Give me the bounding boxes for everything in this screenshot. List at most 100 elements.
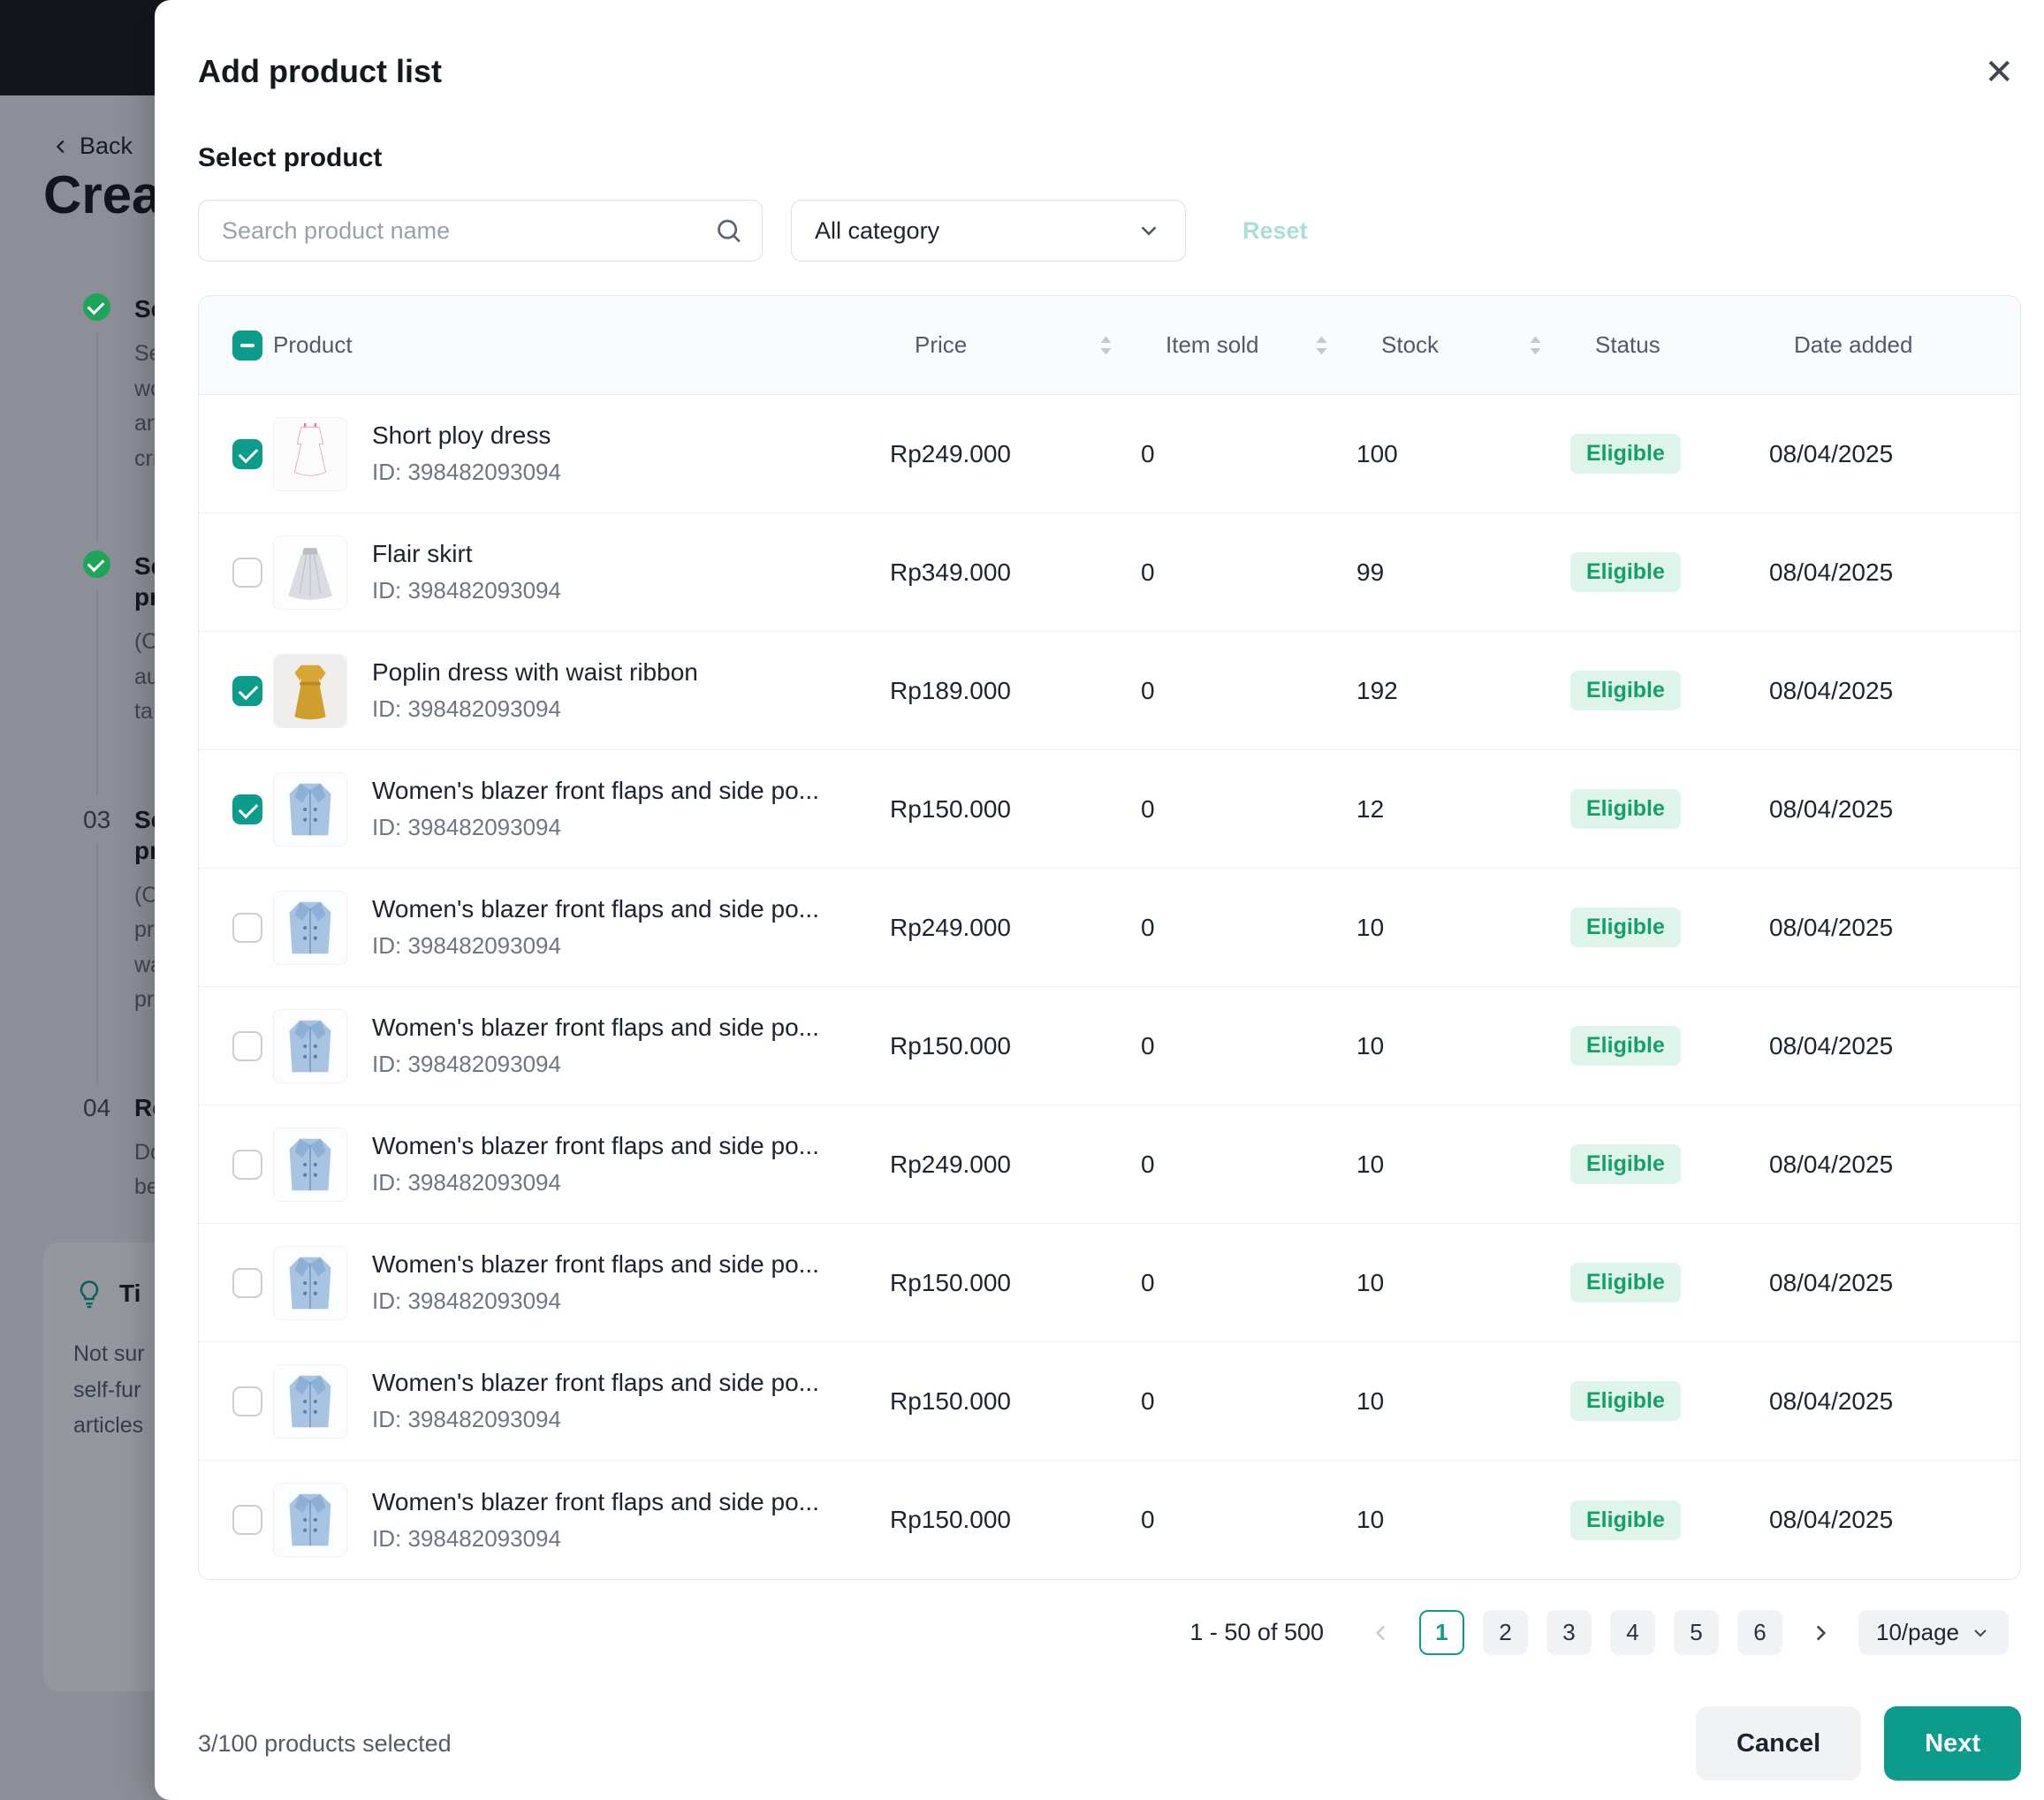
product-thumbnail <box>273 535 347 610</box>
section-title: Select product <box>198 143 2021 173</box>
selected-count-label: 3/100 products selected <box>198 1730 452 1758</box>
page-button-4[interactable]: 4 <box>1610 1610 1655 1655</box>
product-id: ID: 398482093094 <box>372 577 863 604</box>
stock-cell: 99 <box>1356 558 1570 587</box>
column-date-added: Date added <box>1794 331 2021 359</box>
column-status: Status <box>1595 331 1794 359</box>
price-cell: Rp150.000 <box>890 1506 1141 1534</box>
product-id: ID: 398482093094 <box>372 1287 863 1315</box>
category-select[interactable]: All category <box>791 200 1186 262</box>
status-badge: Eligible <box>1570 1026 1681 1066</box>
item-sold-cell: 0 <box>1141 1032 1356 1060</box>
date-cell: 08/04/2025 <box>1769 1032 1997 1060</box>
step-complete-icon <box>83 551 110 578</box>
pagination-range: 1 - 50 of 500 <box>1189 1619 1324 1646</box>
search-input[interactable] <box>198 200 763 262</box>
product-name: Poplin dress with waist ribbon <box>372 658 863 687</box>
modal-footer: 3/100 products selected Cancel Next <box>198 1706 2021 1781</box>
item-sold-cell: 0 <box>1141 1387 1356 1416</box>
page-button-6[interactable]: 6 <box>1737 1610 1782 1655</box>
item-sold-cell: 0 <box>1141 440 1356 468</box>
step-number: 03 <box>83 804 118 836</box>
product-name: Women's blazer front flaps and side po..… <box>372 1488 863 1516</box>
status-badge: Eligible <box>1570 1500 1681 1540</box>
table-row: Flair skirt ID: 398482093094 Rp349.000 0… <box>199 513 2020 632</box>
status-badge: Eligible <box>1570 789 1681 829</box>
product-id: ID: 398482093094 <box>372 932 863 960</box>
step-number: 04 <box>83 1092 118 1124</box>
column-item-sold: Item sold <box>1166 331 1381 359</box>
item-sold-cell: 0 <box>1141 558 1356 587</box>
next-button[interactable]: Next <box>1884 1706 2021 1781</box>
page-button-1[interactable]: 1 <box>1419 1610 1464 1655</box>
product-name: Short ploy dress <box>372 422 863 450</box>
product-thumbnail <box>273 772 347 847</box>
table-row: Women's blazer front flaps and side po..… <box>199 1105 2020 1224</box>
product-thumbnail <box>273 1364 347 1439</box>
row-checkbox[interactable] <box>232 913 262 943</box>
product-id: ID: 398482093094 <box>372 1406 863 1433</box>
date-cell: 08/04/2025 <box>1769 677 1997 705</box>
chevron-down-icon <box>1970 1622 1991 1644</box>
status-badge: Eligible <box>1570 552 1681 592</box>
product-thumbnail <box>273 891 347 965</box>
row-checkbox[interactable] <box>232 794 262 824</box>
category-select-value: All category <box>815 217 939 245</box>
page-button-2[interactable]: 2 <box>1483 1610 1528 1655</box>
status-badge: Eligible <box>1570 1263 1681 1303</box>
row-checkbox[interactable] <box>232 1386 262 1416</box>
pagination-next-icon[interactable] <box>1801 1610 1840 1655</box>
product-id: ID: 398482093094 <box>372 1051 863 1078</box>
product-thumbnail <box>273 1246 347 1320</box>
row-checkbox[interactable] <box>232 1031 262 1061</box>
price-cell: Rp150.000 <box>890 795 1141 824</box>
product-name: Women's blazer front flaps and side po..… <box>372 1369 863 1397</box>
page-size-value: 10/page <box>1876 1619 1959 1646</box>
sort-icon[interactable] <box>1315 335 1328 356</box>
date-cell: 08/04/2025 <box>1769 914 1997 942</box>
table-row: Women's blazer front flaps and side po..… <box>199 1342 2020 1461</box>
sort-icon[interactable] <box>1529 335 1542 356</box>
date-cell: 08/04/2025 <box>1769 795 1997 824</box>
step-complete-icon <box>83 293 110 321</box>
item-sold-cell: 0 <box>1141 795 1356 824</box>
product-table: Product Price Item sold Stock <box>198 295 2021 1580</box>
table-row: Poplin dress with waist ribbon ID: 39848… <box>199 632 2020 750</box>
row-checkbox[interactable] <box>232 558 262 588</box>
stock-cell: 10 <box>1356 914 1570 942</box>
price-cell: Rp249.000 <box>890 440 1141 468</box>
pagination-prev-icon[interactable] <box>1362 1610 1401 1655</box>
product-name: Women's blazer front flaps and side po..… <box>372 1132 863 1160</box>
page-button-3[interactable]: 3 <box>1546 1610 1592 1655</box>
table-row: Women's blazer front flaps and side po..… <box>199 1224 2020 1342</box>
cancel-button[interactable]: Cancel <box>1696 1706 1861 1781</box>
row-checkbox[interactable] <box>232 1268 262 1298</box>
price-cell: Rp150.000 <box>890 1032 1141 1060</box>
stock-cell: 100 <box>1356 440 1570 468</box>
item-sold-cell: 0 <box>1141 1506 1356 1534</box>
chevron-down-icon <box>1136 217 1162 244</box>
row-checkbox[interactable] <box>232 1505 262 1535</box>
date-cell: 08/04/2025 <box>1769 1506 1997 1534</box>
product-name: Flair skirt <box>372 540 863 568</box>
sort-icon[interactable] <box>1099 335 1113 356</box>
close-icon[interactable]: ✕ <box>1977 53 2021 92</box>
reset-button[interactable]: Reset <box>1242 217 1308 245</box>
status-badge: Eligible <box>1570 434 1681 474</box>
select-all-checkbox[interactable] <box>232 330 262 361</box>
row-checkbox[interactable] <box>232 1150 262 1180</box>
page-size-select[interactable]: 10/page <box>1858 1610 2009 1655</box>
product-id: ID: 398482093094 <box>372 814 863 841</box>
pagination: 1 - 50 of 500 123456 10/page <box>198 1610 2021 1655</box>
product-name: Women's blazer front flaps and side po..… <box>372 1014 863 1042</box>
row-checkbox[interactable] <box>232 439 262 469</box>
product-thumbnail <box>273 417 347 491</box>
row-checkbox[interactable] <box>232 676 262 706</box>
table-row: Women's blazer front flaps and side po..… <box>199 750 2020 869</box>
search-icon[interactable] <box>714 216 743 246</box>
table-header: Product Price Item sold Stock <box>199 296 2020 395</box>
page-button-5[interactable]: 5 <box>1674 1610 1719 1655</box>
date-cell: 08/04/2025 <box>1769 440 1997 468</box>
stock-cell: 10 <box>1356 1506 1570 1534</box>
status-badge: Eligible <box>1570 908 1681 947</box>
